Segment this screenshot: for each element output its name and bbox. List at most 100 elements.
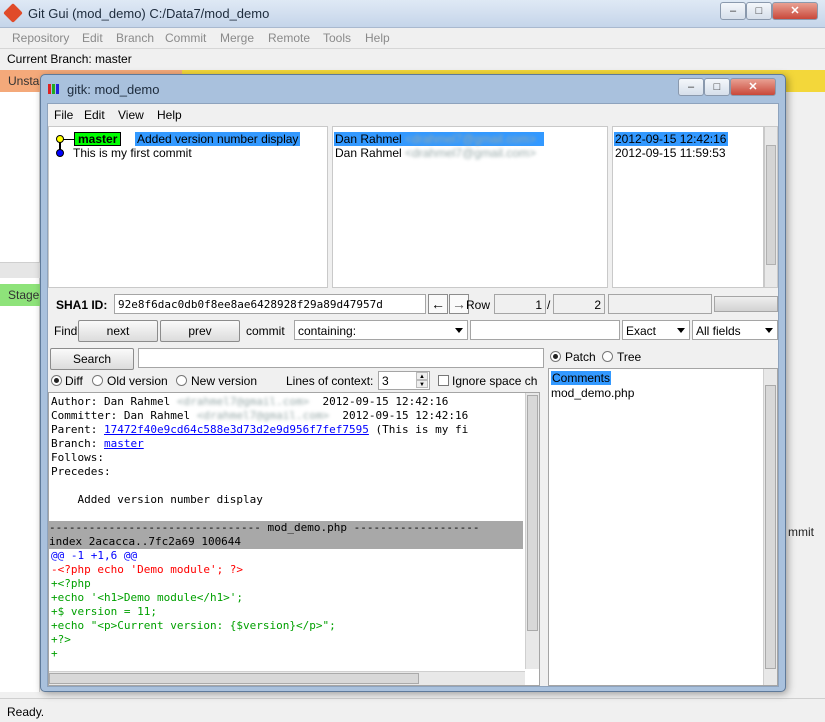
current-branch-label: Current Branch: master xyxy=(7,52,132,66)
commit-date[interactable]: 2012-09-15 11:59:53 xyxy=(614,146,726,160)
menu-tools[interactable]: Tools xyxy=(323,31,351,45)
patch-radio[interactable] xyxy=(550,351,561,362)
back-arrow-icon[interactable]: ← xyxy=(428,294,448,314)
scrollbar-thumb[interactable] xyxy=(49,673,419,684)
commit-dot-head[interactable] xyxy=(56,135,64,143)
tree-radio[interactable] xyxy=(602,351,613,362)
find-fields-select[interactable]: All fields xyxy=(692,320,778,340)
git-gui-titlebar[interactable]: Git Gui (mod_demo) C:/Data7/mod_demo – □… xyxy=(0,0,825,28)
diff-file-header: -------------------------------- mod_dem… xyxy=(49,521,523,535)
gitk-menu-edit[interactable]: Edit xyxy=(84,108,105,122)
gitk-menu-file[interactable]: File xyxy=(54,108,73,122)
commit-dot[interactable] xyxy=(56,149,64,157)
file-list[interactable]: Comments mod_demo.php xyxy=(548,368,778,686)
menu-commit[interactable]: Commit xyxy=(165,31,206,45)
diff-vertical-scrollbar[interactable] xyxy=(525,393,539,669)
commit-message[interactable]: This is my first commit xyxy=(73,146,192,160)
context-value: 3 xyxy=(382,374,389,388)
author-name: Dan Rahmel xyxy=(335,132,402,146)
staged-label: Stage xyxy=(8,288,40,302)
find-label: Find xyxy=(54,324,78,338)
gitk-logo-icon xyxy=(48,84,62,94)
gitk-close-button[interactable]: ✕ xyxy=(730,78,776,96)
author-name: Dan Rahmel xyxy=(335,146,402,160)
ignore-space-checkbox[interactable] xyxy=(438,375,449,386)
ignore-space-label: Ignore space ch xyxy=(452,374,538,388)
file-list-scrollbar[interactable] xyxy=(763,369,777,685)
find-prev-button[interactable]: prev xyxy=(160,320,240,342)
diff-message-line: Added version number display xyxy=(51,493,263,506)
commit-list-pane[interactable]: master Added version number display This… xyxy=(48,126,328,288)
unstaged-label: Unsta xyxy=(8,74,40,88)
author-row-selected[interactable]: Dan Rahmel <drahmel7@gmail.com> xyxy=(334,132,544,146)
minimize-button[interactable]: – xyxy=(720,2,746,20)
new-version-radio[interactable] xyxy=(176,375,187,386)
dropdown-arrow-icon xyxy=(455,328,463,333)
scrollbar-thumb[interactable] xyxy=(765,385,776,669)
diff-radio[interactable] xyxy=(51,375,62,386)
menu-help[interactable]: Help xyxy=(365,31,390,45)
search-input[interactable] xyxy=(138,348,544,368)
patch-label: Patch xyxy=(565,350,596,364)
scrollbar-thumb[interactable] xyxy=(766,145,776,265)
gitk-window: gitk: mod_demo – □ ✕ File Edit View Help… xyxy=(40,74,786,692)
scrollbar-thumb[interactable] xyxy=(527,395,538,631)
view-mode-row: Patch Tree xyxy=(548,346,778,368)
find-type-select[interactable]: containing: xyxy=(294,320,468,340)
diff-committer-line: Committer: Dan Rahmel <drahmel7@gmail.co… xyxy=(51,409,469,422)
staged-changes-header: Stage xyxy=(0,284,40,306)
menu-edit[interactable]: Edit xyxy=(82,31,103,45)
maximize-button[interactable]: □ xyxy=(746,2,772,20)
git-gui-title: Git Gui (mod_demo) C:/Data7/mod_demo xyxy=(28,6,270,21)
diff-added-line: + xyxy=(51,647,58,660)
context-spinbox[interactable]: 3 ▲ ▼ xyxy=(378,371,430,390)
find-match-value: Exact xyxy=(626,324,657,338)
diff-horizontal-scrollbar[interactable] xyxy=(49,671,525,685)
author-email: <drahmel7@gmail.com> xyxy=(405,146,536,160)
find-match-select[interactable]: Exact xyxy=(622,320,690,340)
commit-message-selected[interactable]: Added version number display xyxy=(135,132,301,146)
menu-merge[interactable]: Merge xyxy=(220,31,254,45)
commit-list-scrollbar[interactable] xyxy=(764,126,778,288)
old-version-label: Old version xyxy=(107,374,168,388)
spin-down-icon[interactable]: ▼ xyxy=(416,380,428,388)
close-button[interactable]: ✕ xyxy=(772,2,818,20)
search-button[interactable]: Search xyxy=(50,348,134,370)
commit-date-selected[interactable]: 2012-09-15 12:42:16 xyxy=(614,132,728,146)
spin-up-icon[interactable]: ▲ xyxy=(416,372,428,380)
find-text-input[interactable] xyxy=(470,320,620,340)
gitk-menu-help[interactable]: Help xyxy=(157,108,182,122)
menu-repository[interactable]: Repository xyxy=(12,31,69,45)
diff-follows-line: Follows: xyxy=(51,451,104,464)
find-fields-value: All fields xyxy=(696,324,741,338)
gitk-minimize-button[interactable]: – xyxy=(678,78,704,96)
dropdown-arrow-icon xyxy=(765,328,773,333)
find-next-button[interactable]: next xyxy=(78,320,158,342)
gitk-maximize-button[interactable]: □ xyxy=(704,78,730,96)
gitk-menu-view[interactable]: View xyxy=(118,108,144,122)
author-list-pane[interactable]: Dan Rahmel <drahmel7@gmail.com> Dan Rahm… xyxy=(332,126,608,288)
author-row[interactable]: Dan Rahmel <drahmel7@gmail.com> xyxy=(334,146,536,160)
context-label: Lines of context: xyxy=(286,374,374,388)
gitk-titlebar[interactable]: gitk: mod_demo – □ ✕ xyxy=(41,75,785,103)
diff-added-line: +$ version = 11; xyxy=(51,605,157,618)
parent-hash-link[interactable]: 17472f40e9cd64c588e3d73d2e9d956f7fef7595 xyxy=(104,423,369,436)
diff-author-line: Author: Dan Rahmel <drahmel7@gmail.com> … xyxy=(51,395,449,408)
search-row: Search xyxy=(48,346,548,372)
menu-remote[interactable]: Remote xyxy=(268,31,310,45)
diff-added-line: +<?php xyxy=(51,577,91,590)
branch-link[interactable]: master xyxy=(104,437,144,450)
commit-button[interactable]: mmit xyxy=(788,520,824,542)
menu-branch[interactable]: Branch xyxy=(116,31,154,45)
branch-tag-master[interactable]: master xyxy=(74,132,122,146)
file-list-item-selected[interactable]: Comments xyxy=(551,371,612,385)
gitk-client-area: File Edit View Help master Added version… xyxy=(47,103,779,687)
diff-viewer[interactable]: Author: Dan Rahmel <drahmel7@gmail.com> … xyxy=(48,392,540,686)
unstaged-file-list[interactable] xyxy=(0,92,40,692)
sha1-input[interactable]: 92e8f6dac0db0f8ee8ae6428928f29a89d47957d xyxy=(114,294,426,314)
date-list-pane[interactable]: 2012-09-15 12:42:16 2012-09-15 11:59:53 xyxy=(612,126,764,288)
file-list-item[interactable]: mod_demo.php xyxy=(551,386,634,400)
diff-options-row: Diff Old version New version Lines of co… xyxy=(48,370,548,392)
old-version-radio[interactable] xyxy=(92,375,103,386)
unstaged-scrollbar[interactable] xyxy=(0,262,40,278)
